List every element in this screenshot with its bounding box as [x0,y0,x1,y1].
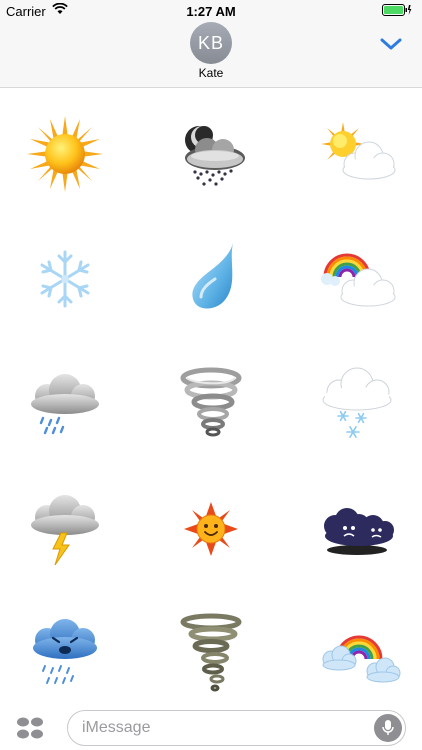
snowflake-icon [40,250,90,308]
night-hail-cloud-icon [185,126,245,186]
sun-cloud-icon [321,122,396,180]
sad-dark-clouds-icon [324,508,394,555]
smiling-sun-sticker[interactable] [161,479,261,579]
raindrop-sticker[interactable] [161,229,261,329]
snow-cloud-icon [322,367,392,438]
contact-name[interactable]: Kate [0,66,422,80]
crying-blue-cloud-sticker[interactable] [15,604,115,704]
lightning-cloud-icon [31,495,99,566]
sticker-grid [0,89,422,701]
snow-cloud-sticker[interactable] [307,354,407,454]
rain-cloud-icon [31,374,99,435]
whirlwind-sticker[interactable] [161,354,261,454]
message-input-bar: iMessage [0,701,422,750]
rainbow-clouds-icon [322,635,401,683]
avatar[interactable]: KB [190,22,232,64]
battery-icon [382,4,412,19]
app-drawer-button[interactable] [16,717,44,739]
sun-sticker[interactable] [15,104,115,204]
chevron-down-icon [380,38,402,50]
rainbow-clouds-sticker[interactable] [307,604,407,704]
rain-cloud-sticker[interactable] [15,354,115,454]
status-bar: Carrier 1:27 AM [0,0,422,22]
conversation-header: KB Kate [0,22,422,88]
sad-dark-clouds-sticker[interactable] [307,479,407,579]
avatar-initials: KB [197,33,224,53]
crying-cloud-icon [33,619,97,684]
sun-icon [27,116,103,192]
tornado-icon [180,613,242,692]
message-input-placeholder: iMessage [82,719,151,736]
raindrop-icon [192,243,233,309]
clock: 1:27 AM [186,4,236,19]
snowflake-sticker[interactable] [15,229,115,329]
tornado-sticker[interactable] [161,604,261,704]
rainbow-cloud-sticker[interactable] [307,229,407,329]
whirlwind-icon [180,367,242,437]
thunder-cloud-sticker[interactable] [15,479,115,579]
microphone-icon [382,720,394,735]
partly-sunny-sticker[interactable] [307,104,407,204]
rainbow-cloud-icon [321,253,396,307]
app-drawer-icon [17,717,43,739]
microphone-button[interactable] [374,714,402,742]
night-storm-sticker[interactable] [161,104,261,204]
collapse-button[interactable] [378,34,404,54]
message-input[interactable]: iMessage [67,710,406,746]
smiling-sun-icon [184,502,238,556]
